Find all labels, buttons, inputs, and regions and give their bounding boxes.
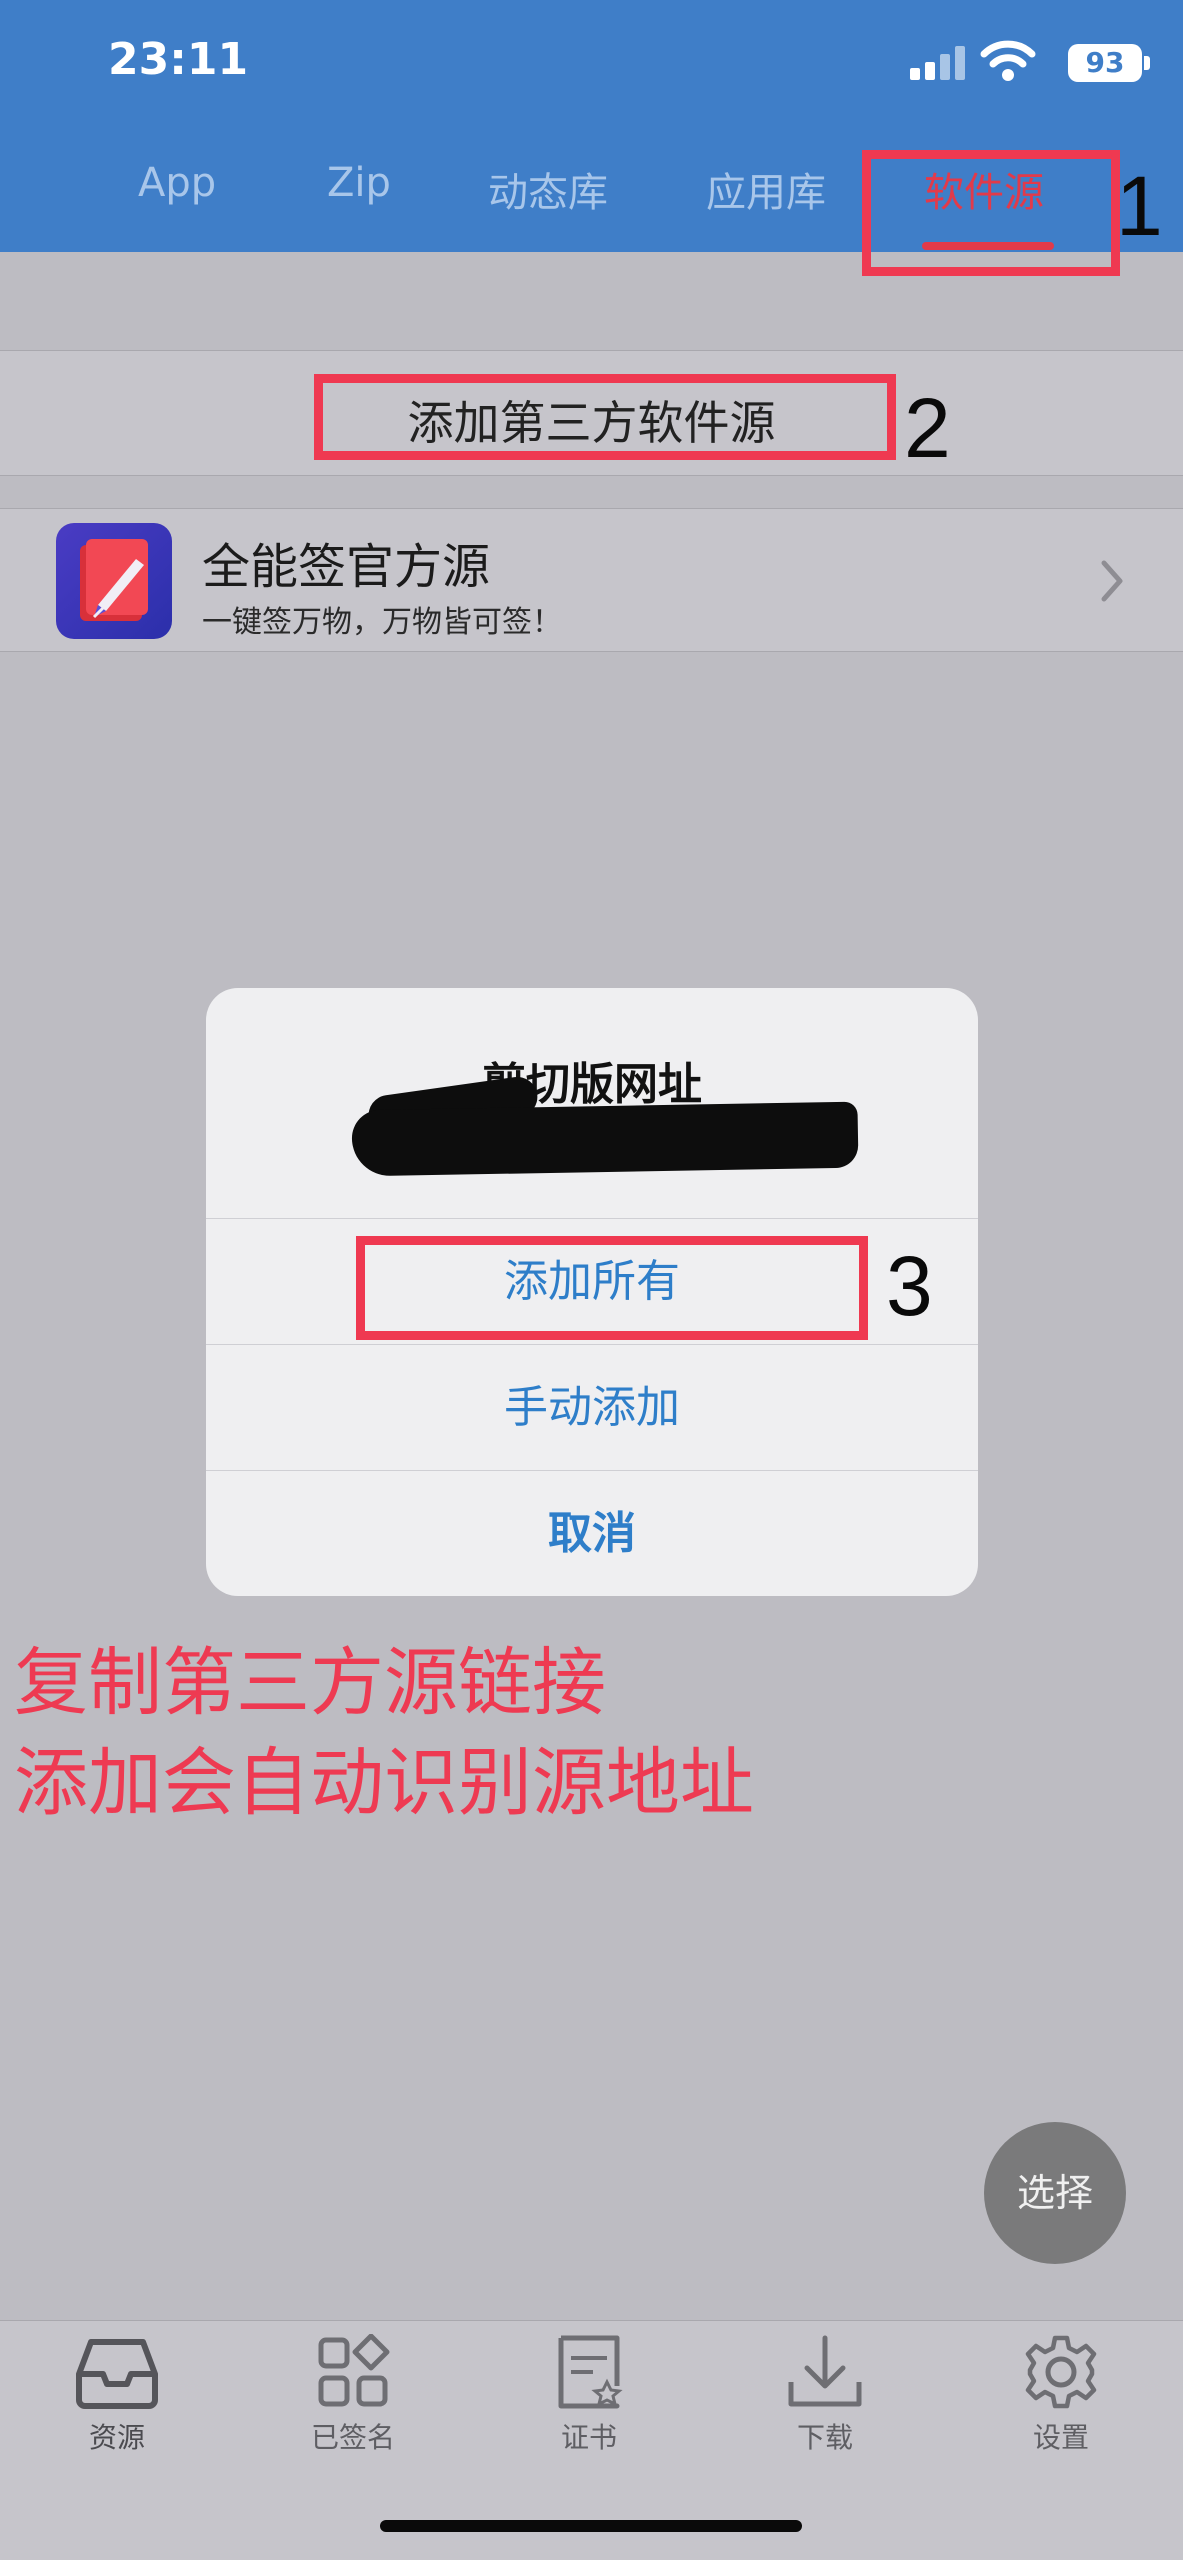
bottom-tab-label: 已签名	[310, 2421, 395, 2454]
cellular-signal-icon	[910, 46, 966, 80]
grid-icon	[318, 2334, 390, 2407]
pen-book-icon	[80, 539, 148, 621]
home-indicator	[380, 2520, 802, 2532]
certificate-icon	[558, 2335, 623, 2409]
bottom-tab-resources[interactable]: 资源	[42, 2334, 192, 2456]
dialog-title: 剪切版网址	[482, 1059, 702, 1110]
chevron-right-icon	[1101, 560, 1123, 602]
instruction-note-line-1: 复制第三方源链接	[14, 1640, 606, 1726]
annotation-box-2	[314, 374, 896, 460]
bottom-tab-label: 设置	[1032, 2421, 1089, 2454]
bottom-tab-settings[interactable]: 设置	[986, 2334, 1136, 2456]
cancel-button[interactable]: 取消	[206, 1470, 978, 1596]
bottom-tab-label: 证书	[560, 2421, 617, 2454]
battery-level: 93	[1068, 44, 1142, 82]
annotation-number-2: 2	[904, 381, 951, 475]
redacted-url	[351, 1101, 859, 1177]
tab-dynamic-library[interactable]: 动态库	[488, 160, 608, 218]
source-title: 全能签官方源	[202, 539, 491, 595]
bottom-tab-downloads[interactable]: 下载	[750, 2334, 900, 2456]
source-subtitle: 一键签万物，万物皆可签！	[202, 605, 562, 640]
annotation-box-3	[356, 1236, 868, 1340]
bottom-tab-certificates[interactable]: 证书	[514, 2334, 664, 2456]
annotation-box-1	[862, 150, 1120, 276]
status-time: 23:11	[108, 34, 249, 85]
manual-add-button[interactable]: 手动添加	[206, 1344, 978, 1470]
bottom-tab-label: 资源	[88, 2421, 145, 2454]
annotation-number-3: 3	[886, 1239, 933, 1333]
gear-icon	[1025, 2335, 1097, 2409]
battery-icon	[1144, 56, 1150, 70]
tab-app-library[interactable]: 应用库	[706, 160, 826, 218]
tab-app[interactable]: App	[138, 160, 216, 206]
download-icon	[788, 2335, 862, 2407]
tray-icon	[76, 2339, 158, 2409]
tab-zip[interactable]: Zip	[327, 160, 391, 206]
source-list-item[interactable]: 全能签官方源 一键签万物，万物皆可签！	[0, 508, 1183, 652]
bottom-tab-label: 下载	[796, 2421, 853, 2454]
instruction-note-line-2: 添加会自动识别源地址	[14, 1740, 754, 1826]
annotation-number-1: 1	[1116, 159, 1163, 253]
bottom-tab-signed[interactable]: 已签名	[278, 2334, 428, 2456]
source-app-icon	[56, 523, 172, 639]
wifi-icon	[980, 40, 1036, 81]
select-button[interactable]: 选择	[984, 2122, 1126, 2264]
